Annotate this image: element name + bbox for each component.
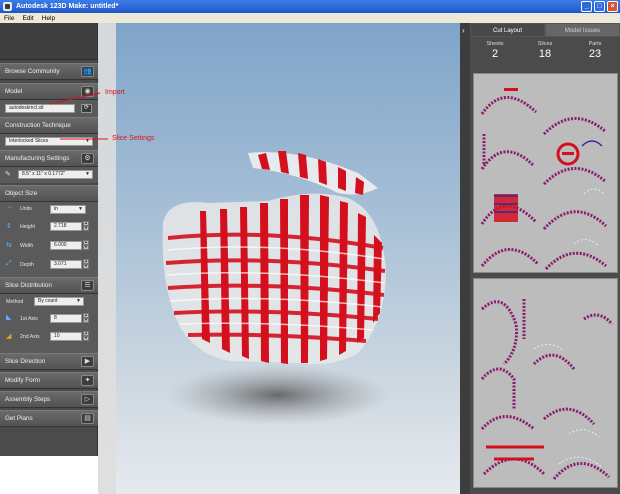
menu-file[interactable]: File	[4, 15, 14, 22]
title-bar: Autodesk 123D Make: untitled* _ □ ×	[0, 0, 620, 13]
model-shadow	[166, 365, 390, 425]
width-input[interactable]: 6.000	[50, 241, 82, 250]
modify-icon[interactable]: ✦	[81, 375, 94, 386]
minimize-button[interactable]: _	[581, 1, 592, 12]
units-dropdown[interactable]: in ▼	[50, 205, 86, 214]
slice-distribution-section[interactable]: Slice Distribution ☰	[0, 277, 98, 294]
chevron-down-icon: ▼	[85, 171, 90, 177]
cut-sheet-1[interactable]	[473, 73, 618, 273]
camera-icon[interactable]: ▶	[81, 356, 94, 367]
ruler-icon: ⇔	[6, 204, 13, 211]
depth-input[interactable]: 3.071	[50, 260, 82, 269]
object-size-section[interactable]: Object Size	[0, 185, 98, 202]
method-dropdown[interactable]: By count ▼	[34, 297, 84, 306]
slice-direction-section[interactable]: Slice Direction ▶	[0, 353, 98, 370]
slice-settings-annotation: Slice Settings	[112, 135, 155, 142]
height-stepper[interactable]: ▲ ▼	[83, 221, 89, 231]
community-icon: 👥	[81, 66, 94, 77]
tab-cut-layout[interactable]: Cut Layout	[470, 23, 545, 37]
browse-community-button[interactable]: Browse Community 👥	[0, 63, 98, 80]
chevron-down-icon: ▼	[76, 298, 81, 304]
model-body: autodeskmcl.stl ⟳	[0, 100, 98, 118]
close-button[interactable]: ×	[607, 1, 618, 12]
app-icon	[3, 2, 12, 11]
cut-sheet-2[interactable]	[473, 278, 618, 488]
depth-icon: ⤢	[6, 260, 12, 267]
manufacturing-body: ✎ 8.5" x 11" x 0.1772" ▼	[0, 167, 98, 183]
construction-technique-dropdown[interactable]: Interlocked Slices ▼	[5, 137, 93, 146]
left-panel-header	[0, 23, 97, 60]
model-slices	[162, 151, 386, 365]
width-icon: ⇆	[6, 242, 12, 249]
3d-viewport[interactable]	[98, 23, 460, 494]
left-panel: Browse Community 👥 Model ◉ autodeskmcl.s…	[0, 23, 98, 456]
sheet-1-parts	[480, 88, 608, 271]
manufacturing-settings-section[interactable]: Manufacturing Settings ⚙	[0, 150, 98, 167]
modify-form-section[interactable]: Modify Form ✦	[0, 372, 98, 389]
second-axis-stepper[interactable]: ▲ ▼	[83, 331, 89, 341]
material-size-dropdown[interactable]: 8.5" x 11" x 0.1772" ▼	[18, 170, 93, 179]
maximize-button[interactable]: □	[594, 1, 605, 12]
window-title: Autodesk 123D Make: untitled*	[16, 3, 119, 10]
tab-model-issues[interactable]: Model Issues	[545, 23, 620, 37]
chevron-down-icon: ▼	[85, 138, 90, 144]
depth-stepper[interactable]: ▲ ▼	[83, 259, 89, 269]
first-axis-input[interactable]: 8	[50, 314, 82, 323]
menu-edit[interactable]: Edit	[22, 15, 33, 22]
list-icon[interactable]: ☰	[81, 280, 94, 291]
second-axis-icon: ◢	[6, 333, 12, 340]
right-panel-tabs: Cut Layout Model Issues	[470, 23, 620, 37]
sliced-model-render[interactable]	[98, 23, 460, 494]
left-panel-empty-area	[0, 456, 98, 494]
import-annotation: Import	[105, 89, 125, 96]
height-input[interactable]: 2.718	[50, 222, 82, 231]
gear-icon[interactable]: ⚙	[81, 153, 94, 164]
chevron-right-icon[interactable]: ›	[462, 26, 465, 35]
refresh-icon[interactable]: ⟳	[81, 104, 92, 113]
panel-collapse-strip[interactable]	[460, 23, 470, 494]
slice-distribution-body: Method By count ▼ ◣ 1st Axis 8 ▲ ▼ ◢ 2nd …	[0, 294, 98, 356]
menu-help[interactable]: Help	[42, 15, 55, 22]
first-axis-icon: ◣	[6, 314, 12, 321]
model-file-field[interactable]: autodeskmcl.stl	[5, 104, 75, 113]
construction-technique-section[interactable]: Construction Technique	[0, 117, 98, 134]
construction-body: Interlocked Slices ▼	[0, 134, 98, 150]
model-section[interactable]: Model ◉	[0, 83, 98, 100]
height-icon: ⇕	[6, 223, 12, 230]
width-stepper[interactable]: ▲ ▼	[83, 240, 89, 250]
get-plans-section[interactable]: Get Plans ▤	[0, 410, 98, 427]
play-icon[interactable]: ▷	[81, 394, 94, 405]
right-panel: Cut Layout Model Issues Sheets 2 Slices …	[470, 23, 620, 494]
assembly-steps-section[interactable]: Assembly Steps ▷	[0, 391, 98, 408]
pencil-icon[interactable]: ✎	[5, 170, 11, 178]
document-icon[interactable]: ▤	[81, 413, 94, 424]
eye-icon[interactable]: ◉	[81, 86, 94, 97]
chevron-down-icon: ▼	[78, 206, 83, 212]
sheet-2-parts	[480, 299, 614, 480]
menu-bar: File Edit Help	[0, 13, 620, 23]
second-axis-input[interactable]: 10	[50, 332, 82, 341]
first-axis-stepper[interactable]: ▲ ▼	[83, 313, 89, 323]
